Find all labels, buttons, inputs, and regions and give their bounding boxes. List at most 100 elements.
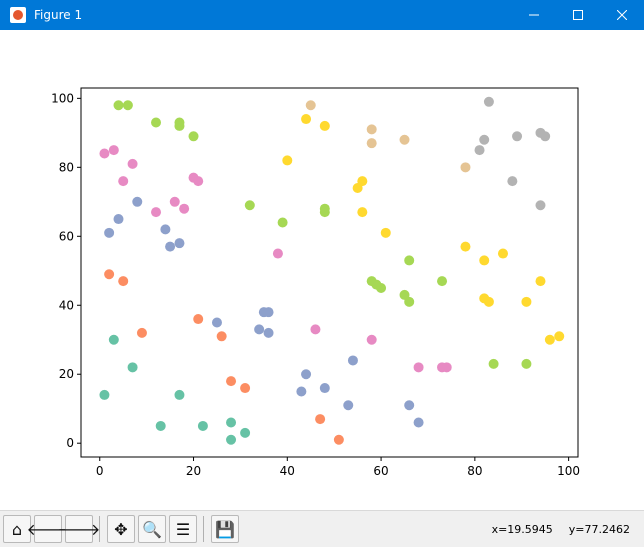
data-point (437, 276, 448, 287)
x-tick-label: 100 (557, 464, 580, 478)
data-point (413, 362, 424, 373)
data-point (193, 314, 204, 325)
data-point (226, 376, 237, 387)
y-tick-label: 20 (59, 367, 74, 381)
y-tick-label: 80 (59, 160, 74, 174)
data-point (357, 176, 368, 187)
data-point (136, 327, 147, 338)
zoom-icon: 🔍 (142, 519, 162, 539)
data-point (108, 145, 119, 156)
data-point (179, 203, 190, 214)
data-point (404, 255, 415, 266)
data-point (104, 269, 115, 280)
data-point (122, 100, 133, 111)
navigation-toolbar: ⌂ 🡐 🡒 ✥ 🔍 ☰ 💾 x=19.5945 y=77.2462 (0, 510, 644, 547)
maximize-button[interactable] (556, 0, 600, 30)
data-point (554, 331, 565, 342)
minimize-icon (529, 14, 539, 16)
x-tick-label: 40 (280, 464, 295, 478)
sliders-icon: ☰ (175, 519, 191, 539)
x-coordinate: x=19.5945 (491, 522, 553, 536)
data-point (263, 307, 274, 318)
data-point (263, 327, 274, 338)
data-point (155, 420, 166, 431)
axes-frame (80, 87, 579, 458)
data-point (240, 427, 251, 438)
data-point (319, 383, 330, 394)
move-icon: ✥ (114, 519, 128, 539)
scatter-plot[interactable]: 0 20 40 60 80 100 0 20 40 60 80 100 (0, 30, 644, 510)
figure-canvas[interactable]: 0 20 40 60 80 100 0 20 40 60 80 100 (0, 30, 644, 510)
data-point (174, 389, 185, 400)
data-point (319, 207, 330, 218)
data-point (507, 176, 518, 187)
data-point (544, 334, 555, 345)
forward-button[interactable]: 🡒 (58, 515, 100, 543)
data-point (113, 100, 124, 111)
data-point (479, 255, 490, 266)
data-point (113, 214, 124, 225)
data-point (174, 238, 185, 249)
data-point (226, 434, 237, 445)
forward-arrow-icon: 🡒 (57, 520, 101, 539)
y-tick-label: 40 (59, 298, 74, 312)
data-point (488, 358, 499, 369)
data-point (460, 162, 471, 173)
data-point (357, 207, 368, 218)
toolbar-separator (99, 516, 100, 542)
data-point (211, 317, 222, 328)
data-point (108, 334, 119, 345)
data-point (399, 134, 410, 145)
data-point (188, 131, 199, 142)
data-point (315, 414, 326, 425)
data-point (118, 176, 129, 187)
minimize-button[interactable] (512, 0, 556, 30)
data-point (333, 434, 344, 445)
close-icon (617, 10, 627, 20)
configure-subplots-button[interactable]: ☰ (169, 515, 197, 543)
data-point (497, 248, 508, 259)
y-tick-label: 0 (66, 436, 74, 450)
data-point (441, 362, 452, 373)
data-point (301, 369, 312, 380)
data-point (165, 241, 176, 252)
home-icon: ⌂ (11, 519, 23, 539)
zoom-button[interactable]: 🔍 (138, 515, 166, 543)
data-point (474, 145, 485, 156)
title-bar: Figure 1 (0, 0, 644, 30)
data-point (193, 176, 204, 187)
data-point (240, 383, 251, 394)
data-point (151, 117, 162, 128)
data-point (380, 227, 391, 238)
data-point (132, 196, 143, 207)
data-point (319, 120, 330, 131)
data-point (366, 334, 377, 345)
y-tick-label: 100 (51, 91, 74, 105)
data-point (216, 331, 227, 342)
data-point (535, 200, 546, 211)
data-point (272, 248, 283, 259)
data-point (521, 296, 532, 307)
save-button[interactable]: 💾 (211, 515, 239, 543)
x-tick-label: 80 (467, 464, 482, 478)
data-point (244, 200, 255, 211)
x-tick-label: 60 (373, 464, 388, 478)
maximize-icon (573, 10, 583, 20)
app-icon (10, 7, 26, 23)
data-point (347, 355, 358, 366)
data-point (460, 241, 471, 252)
data-point (305, 100, 316, 111)
data-point (301, 114, 312, 125)
pan-button[interactable]: ✥ (107, 515, 135, 543)
data-point (104, 227, 115, 238)
data-point (404, 296, 415, 307)
data-point (343, 400, 354, 411)
x-tick-label: 0 (96, 464, 104, 478)
data-point (169, 196, 180, 207)
data-point (483, 296, 494, 307)
data-point (99, 148, 110, 159)
close-button[interactable] (600, 0, 644, 30)
data-point (512, 131, 523, 142)
data-point (535, 276, 546, 287)
data-point (99, 389, 110, 400)
